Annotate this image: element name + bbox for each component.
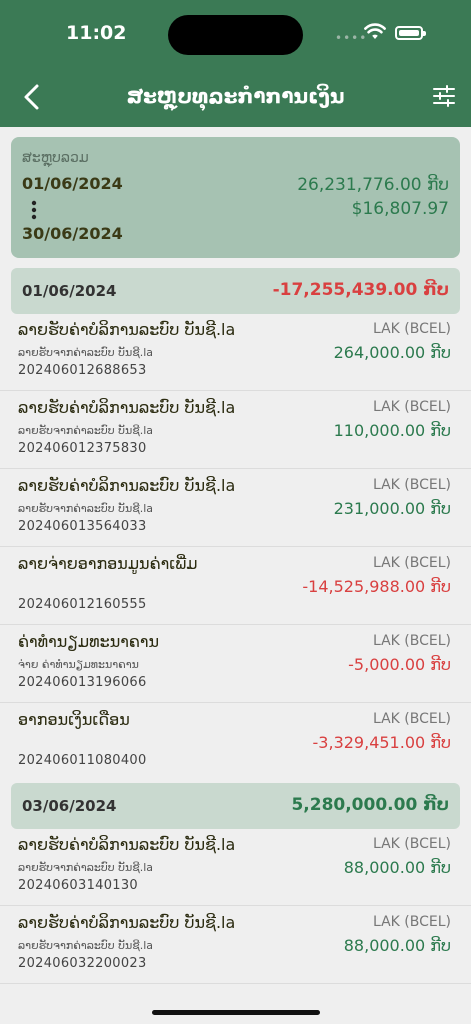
app-header: 11:02 •••• ສະຫຼຸບທຸລະກຳການເງິນ xyxy=(0,0,471,127)
transaction-row[interactable]: ລາຍຮັບຄ່າບໍລິການລະບົບ ບັນຊີ.la ລາຍຮັບຈາກ… xyxy=(0,392,471,469)
transaction-row[interactable]: ລາຍຮັບຄ່າບໍລິການລະບົບ ບັນຊີ.la ລາຍຮັບຈາກ… xyxy=(0,829,471,906)
transaction-currency: LAK (BCEL) xyxy=(372,321,451,337)
battery-icon xyxy=(395,26,426,40)
dynamic-island xyxy=(168,15,303,55)
signal-icon: •••• xyxy=(335,31,368,45)
transaction-ref: 202406012160555 xyxy=(18,597,147,612)
transaction-currency: LAK (BCEL) xyxy=(372,711,451,727)
summary-label: ສະຫຼຸບລວມ xyxy=(22,150,89,166)
transaction-ref: 20240603140130 xyxy=(18,878,138,893)
transaction-row[interactable]: ລາຍຈ່າຍອາກອນມູນຄ່າເພີ່ມ 202406012160555 … xyxy=(0,548,471,625)
page-title: ສະຫຼຸບທຸລະກຳການເງິນ xyxy=(126,84,345,108)
transaction-description: ລາຍຮັບຈາກຄ່າລະບົບ ບັນຊີ.la xyxy=(18,939,154,952)
transaction-name: ລາຍຮັບຄ່າບໍລິການລະບົບ ບັນຊີ.la xyxy=(18,398,236,417)
transaction-row[interactable]: ຄ່າທຳນຽມທະນາຄານ ຈ່າຍ ຄ່າທຳນຽມທະນາຄານ 202… xyxy=(0,626,471,703)
transaction-name: ລາຍຮັບຄ່າບໍລິການລະບົບ ບັນຊີ.la xyxy=(18,320,236,339)
transaction-ref: 202406011080400 xyxy=(18,753,147,768)
summary-from-date: 01/06/2024 xyxy=(22,174,123,193)
home-indicator[interactable] xyxy=(152,1010,320,1015)
transaction-amount: 88,000.00 ກີບ xyxy=(343,858,451,877)
sliders-icon[interactable] xyxy=(432,84,456,108)
transaction-description: ລາຍຮັບຈາກຄ່າລະບົບ ບັນຊີ.la xyxy=(18,424,154,437)
transaction-row[interactable]: ອາກອນເງິນເດືອນ 202406011080400 LAK (BCEL… xyxy=(0,704,471,781)
day-header: 01/06/2024 -17,255,439.00 ກີບ xyxy=(11,268,460,314)
transaction-ref: 202406013196066 xyxy=(18,675,147,690)
transaction-ref: 202406012375830 xyxy=(18,441,147,456)
summary-to-date: 30/06/2024 xyxy=(22,224,123,243)
transaction-currency: LAK (BCEL) xyxy=(372,914,451,930)
summary-total-usd: $16,807.97 xyxy=(351,199,449,219)
transaction-currency: LAK (BCEL) xyxy=(372,477,451,493)
transaction-currency: LAK (BCEL) xyxy=(372,633,451,649)
day-date: 01/06/2024 xyxy=(22,282,117,300)
transaction-name: ຄ່າທຳນຽມທະນາຄານ xyxy=(18,632,160,651)
transaction-row[interactable]: ລາຍຮັບຄ່າບໍລິການລະບົບ ບັນຊີ.la ລາຍຮັບຈາກ… xyxy=(0,470,471,547)
transaction-name: ລາຍຈ່າຍອາກອນມູນຄ່າເພີ່ມ xyxy=(18,554,198,573)
transaction-amount: 231,000.00 ກີບ xyxy=(333,499,451,518)
transaction-amount: -5,000.00 ກີບ xyxy=(348,655,451,674)
transaction-name: ອາກອນເງິນເດືອນ xyxy=(18,710,130,729)
wifi-icon xyxy=(364,23,386,39)
transaction-description: ຈ່າຍ ຄ່າທຳນຽມທະນາຄານ xyxy=(18,658,139,671)
transaction-currency: LAK (BCEL) xyxy=(372,399,451,415)
transaction-name: ລາຍຮັບຄ່າບໍລິການລະບົບ ບັນຊີ.la xyxy=(18,835,236,854)
vertical-dots-icon xyxy=(31,200,37,220)
day-date: 03/06/2024 xyxy=(22,797,117,815)
summary-card: ສະຫຼຸບລວມ 01/06/2024 30/06/2024 26,231,7… xyxy=(11,137,460,258)
transaction-currency: LAK (BCEL) xyxy=(372,555,451,571)
status-time: 11:02 xyxy=(66,22,127,44)
transaction-row[interactable]: ລາຍຮັບຄ່າບໍລິການລະບົບ ບັນຊີ.la ລາຍຮັບຈາກ… xyxy=(0,907,471,984)
transaction-ref: 202406012688653 xyxy=(18,363,147,378)
transaction-name: ລາຍຮັບຄ່າບໍລິການລະບົບ ບັນຊີ.la xyxy=(18,476,236,495)
day-total: 5,280,000.00 ກີບ xyxy=(291,795,449,815)
day-total: -17,255,439.00 ກີບ xyxy=(272,280,449,300)
transaction-name: ລາຍຮັບຄ່າບໍລິການລະບົບ ບັນຊີ.la xyxy=(18,913,236,932)
transaction-amount: -14,525,988.00 ກີບ xyxy=(302,577,451,596)
transaction-ref: 202406013564033 xyxy=(18,519,147,534)
day-header: 03/06/2024 5,280,000.00 ກີບ xyxy=(11,783,460,829)
transaction-description: ລາຍຮັບຈາກຄ່າລະບົບ ບັນຊີ.la xyxy=(18,502,154,515)
summary-total-lak: 26,231,776.00 ກີບ xyxy=(297,175,449,195)
transaction-description: ລາຍຮັບຈາກຄ່າລະບົບ ບັນຊີ.la xyxy=(18,861,154,874)
transaction-currency: LAK (BCEL) xyxy=(372,836,451,852)
transaction-description: ລາຍຮັບຈາກຄ່າລະບົບ ບັນຊີ.la xyxy=(18,346,154,359)
transaction-amount: 264,000.00 ກີບ xyxy=(333,343,451,362)
transaction-amount: 88,000.00 ກີບ xyxy=(343,936,451,955)
transaction-amount: -3,329,451.00 ກີບ xyxy=(312,733,451,752)
transaction-ref: 202406032200023 xyxy=(18,956,147,971)
transaction-row[interactable]: ລາຍຮັບຄ່າບໍລິການລະບົບ ບັນຊີ.la ລາຍຮັບຈາກ… xyxy=(0,314,471,391)
transaction-amount: 110,000.00 ກີບ xyxy=(333,421,451,440)
